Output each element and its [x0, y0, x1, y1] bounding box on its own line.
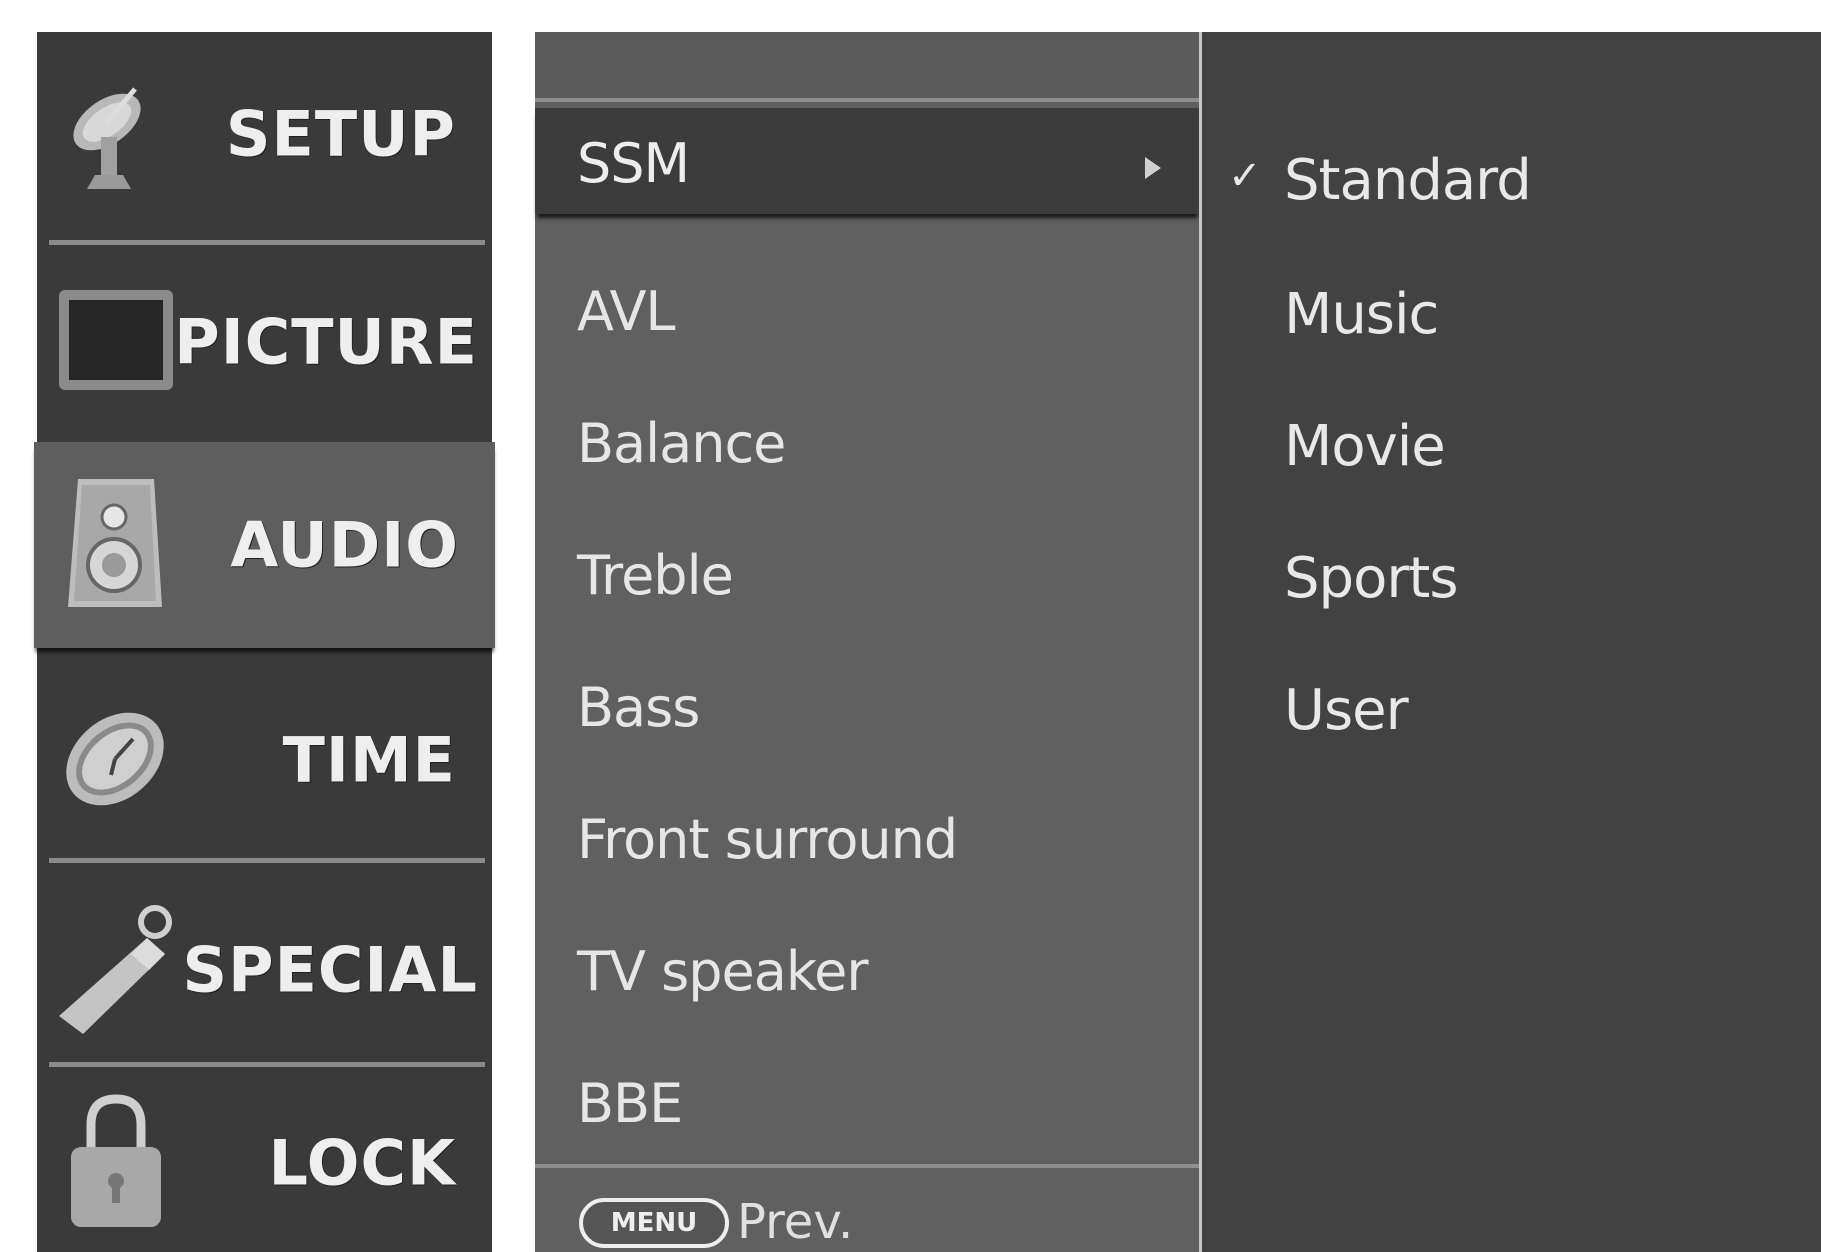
- menu-item-front-surround[interactable]: Front surround: [577, 808, 958, 871]
- category-time[interactable]: TIME: [37, 660, 492, 860]
- prev-label: Prev.: [737, 1194, 854, 1250]
- submenu-arrow-icon: [1145, 157, 1161, 179]
- menu-item-balance[interactable]: Balance: [577, 412, 786, 475]
- menu-item-ssm[interactable]: SSM: [577, 132, 690, 195]
- category-divider: [49, 1062, 485, 1067]
- menu-item-bass[interactable]: Bass: [577, 676, 700, 739]
- submenu-item-standard[interactable]: Standard: [1284, 148, 1532, 213]
- category-audio-label: AUDIO: [230, 508, 459, 582]
- menu-button[interactable]: MENU: [579, 1198, 729, 1248]
- category-lock[interactable]: LOCK: [37, 1074, 492, 1252]
- category-time-label: TIME: [282, 723, 456, 797]
- menu-item-treble[interactable]: Treble: [577, 544, 734, 607]
- category-special[interactable]: SPECIAL: [37, 870, 492, 1070]
- category-picture-label: PICTURE: [174, 305, 478, 379]
- category-lock-label: LOCK: [268, 1126, 456, 1200]
- menu-divider: [535, 98, 1200, 102]
- category-picture[interactable]: PICTURE: [37, 252, 492, 432]
- menu-item-avl[interactable]: AVL: [577, 280, 676, 343]
- menu-header-strip: [535, 32, 1200, 98]
- submenu-item-movie[interactable]: Movie: [1284, 414, 1446, 479]
- category-special-label: SPECIAL: [182, 933, 478, 1007]
- menu-item-bbe[interactable]: BBE: [577, 1072, 683, 1135]
- category-panel: SETUP PICTURE AUDIO TIME SPECIAL LOCK: [34, 32, 495, 1252]
- category-setup[interactable]: SETUP: [37, 44, 492, 224]
- category-divider: [49, 858, 485, 863]
- submenu-item-user[interactable]: User: [1284, 678, 1409, 743]
- submenu-item-sports[interactable]: Sports: [1284, 546, 1459, 611]
- audio-menu-panel: SSM AVL Balance Treble Bass Front surrou…: [535, 32, 1200, 1252]
- submenu-item-music[interactable]: Music: [1284, 282, 1439, 347]
- category-audio[interactable]: AUDIO: [34, 442, 495, 648]
- ssm-submenu-panel: ✓ Standard Music Movie Sports User: [1202, 32, 1821, 1252]
- menu-divider: [535, 1164, 1200, 1168]
- category-divider: [49, 240, 485, 245]
- checkmark-icon: ✓: [1228, 153, 1262, 199]
- category-setup-label: SETUP: [225, 97, 456, 171]
- menu-item-tv-speaker[interactable]: TV speaker: [577, 940, 869, 1003]
